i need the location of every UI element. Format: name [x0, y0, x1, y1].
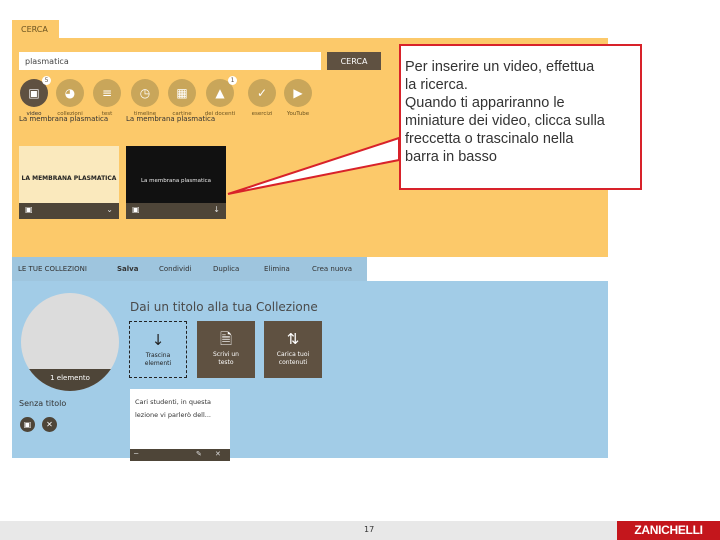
category-test[interactable]: ≡ test [87, 79, 127, 117]
category-label: YouTube [286, 111, 310, 117]
callout-line: Quando ti appariranno le [405, 95, 565, 111]
video-result-2[interactable]: La membrana plasmatica ▣ ↓ [126, 146, 226, 219]
video-thumbnail: LA MEMBRANA PLASMATICA [19, 146, 119, 203]
timeline-icon: ◷ [131, 79, 159, 107]
write-text-button[interactable]: 🗎 Scrivi un testo [197, 321, 255, 378]
category-youtube[interactable]: ▶ YouTube [278, 79, 318, 117]
drag-handle-icon[interactable]: ─ [134, 450, 138, 458]
thumbnail-toolbar: ▣ ⌄ [19, 203, 119, 219]
category-collezioni[interactable]: ◕ collezioni [50, 79, 90, 117]
thumbnail-toolbar: ▣ ↓ [126, 203, 226, 219]
upload-content-button[interactable]: ⇅ Carica tuoi contenuti [264, 321, 322, 378]
edit-icon[interactable]: ✎ [196, 450, 202, 458]
category-cartine[interactable]: ▦ cartine [162, 79, 202, 117]
upload-icon: ⇅ [286, 330, 300, 348]
youtube-icon: ▶ [284, 79, 312, 107]
element-count: 1 elemento [21, 369, 119, 391]
collection-panel: 1 elemento Senza titolo ▣ ✕ Dai un titol… [12, 281, 608, 461]
callout-line: Per inserire un video, effettua [405, 59, 595, 75]
bookmark-icon[interactable]: ▣ [25, 205, 33, 214]
tab-crea-nuova[interactable]: Crea nuova [312, 265, 352, 273]
video-caption[interactable]: La membrana plasmatica [126, 115, 215, 123]
arrow-down-icon[interactable]: ↓ [213, 205, 220, 214]
collection-title-prompt[interactable]: Dai un titolo alla tua Collezione [130, 300, 318, 314]
tab-salva[interactable]: Salva [117, 265, 138, 273]
category-dei-docenti[interactable]: ▲ 1 dei docenti [200, 76, 240, 117]
drop-zone-label: Trascina elementi [144, 352, 172, 367]
search-tab[interactable]: CERCA [12, 20, 59, 40]
thumbnail-title: La membrana plasmatica [140, 178, 212, 184]
callout-line: la ricerca. [405, 77, 468, 93]
thumbnail-title: LA MEMBRANA PLASMATICA [21, 175, 117, 182]
callout-line: barra in basso [405, 149, 497, 165]
search-button[interactable]: CERCA [327, 52, 381, 70]
category-video[interactable]: ▣ 5 video [14, 76, 54, 117]
note-text: Cari studenti, in questa lezione vi parle… [135, 398, 212, 419]
instruction-callout: Per inserire un video, effettua la ricer… [399, 44, 642, 190]
collection-cover[interactable]: 1 elemento [21, 293, 119, 391]
category-label: esercizi [251, 111, 273, 117]
video-caption[interactable]: La membrana plasmatica [19, 115, 108, 123]
tab-elimina[interactable]: Elimina [264, 265, 290, 273]
tab-duplica[interactable]: Duplica [213, 265, 239, 273]
test-icon: ≡ [93, 79, 121, 107]
close-icon[interactable]: ✕ [215, 450, 221, 458]
collection-name[interactable]: Senza titolo [19, 399, 66, 408]
close-icon[interactable]: ✕ [42, 417, 57, 432]
graduation-cap-icon: ▲ 1 [206, 76, 237, 107]
publisher-logo: ZANICHELLI [617, 521, 720, 540]
collection-tabs: LE TUE COLLEZIONI Salva Condividi Duplic… [12, 257, 367, 281]
write-text-label: Scrivi un testo [213, 351, 239, 366]
category-timeline[interactable]: ◷ timeline [125, 79, 165, 117]
search-input[interactable] [19, 52, 321, 70]
slide-footer: 17 ZANICHELLI [0, 521, 720, 540]
callout-line: freccetta o trascinalo nella [405, 131, 574, 147]
video-thumbnail: La membrana plasmatica [126, 146, 226, 203]
exercise-icon: ✓ [248, 79, 276, 107]
collections-icon: ◕ [56, 79, 84, 107]
map-icon: ▦ [168, 79, 196, 107]
page-number: 17 [364, 525, 375, 534]
text-note-card[interactable]: Cari studenti, in questa lezione vi parle… [130, 389, 230, 461]
document-icon: 🗎 [219, 330, 233, 348]
bookmark-icon[interactable]: ▣ [132, 205, 140, 214]
tab-condividi[interactable]: Condividi [159, 265, 191, 273]
chevron-down-icon[interactable]: ⌄ [106, 205, 113, 214]
drop-zone[interactable]: ↓ Trascina elementi [129, 321, 187, 378]
upload-content-label: Carica tuoi contenuti [276, 351, 310, 366]
video-result-1[interactable]: LA MEMBRANA PLASMATICA ▣ ⌄ [19, 146, 119, 219]
tab-le-tue-collezioni[interactable]: LE TUE COLLEZIONI [18, 265, 87, 273]
image-icon[interactable]: ▣ [20, 417, 35, 432]
category-badge: 1 [228, 76, 237, 85]
category-esercizi[interactable]: ✓ esercizi [242, 79, 282, 117]
arrow-down-icon: ↓ [151, 331, 165, 349]
note-toolbar: ─ ✎ ✕ [130, 449, 230, 461]
video-icon: ▣ 5 [20, 76, 51, 107]
callout-line: miniature dei video, clicca sulla [405, 113, 605, 129]
